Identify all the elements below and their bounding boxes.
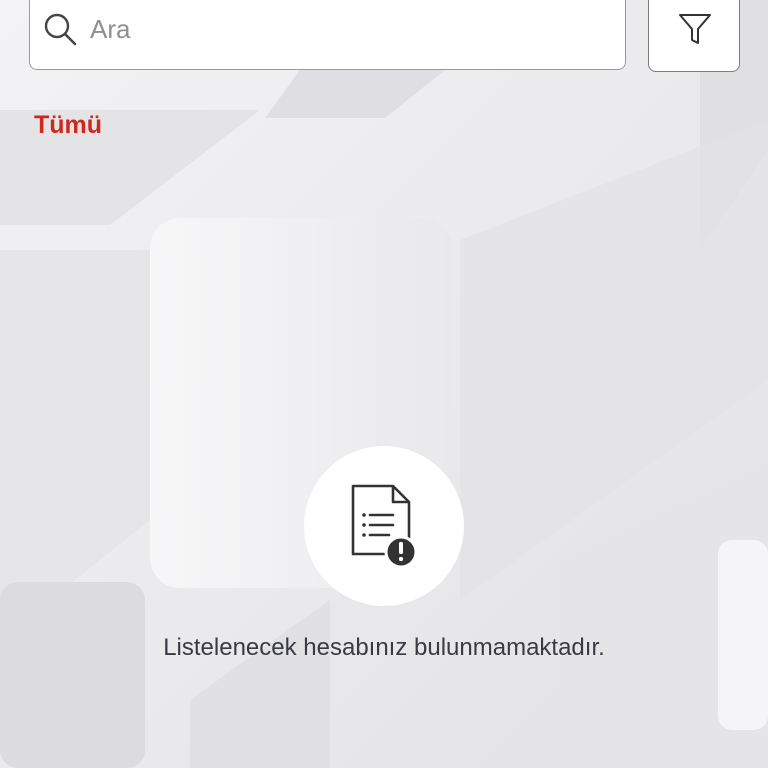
filter-button[interactable] [648,0,740,72]
tab-all[interactable]: Tümü [34,111,102,140]
empty-state-circle [304,446,464,606]
search-box[interactable] [29,0,626,70]
document-alert-icon [351,484,418,568]
search-input[interactable] [90,9,610,49]
empty-state-message: Listelenecek hesabınız bulunmamaktadır. [163,634,605,661]
search-icon [44,13,77,46]
filter-icon [679,14,711,44]
